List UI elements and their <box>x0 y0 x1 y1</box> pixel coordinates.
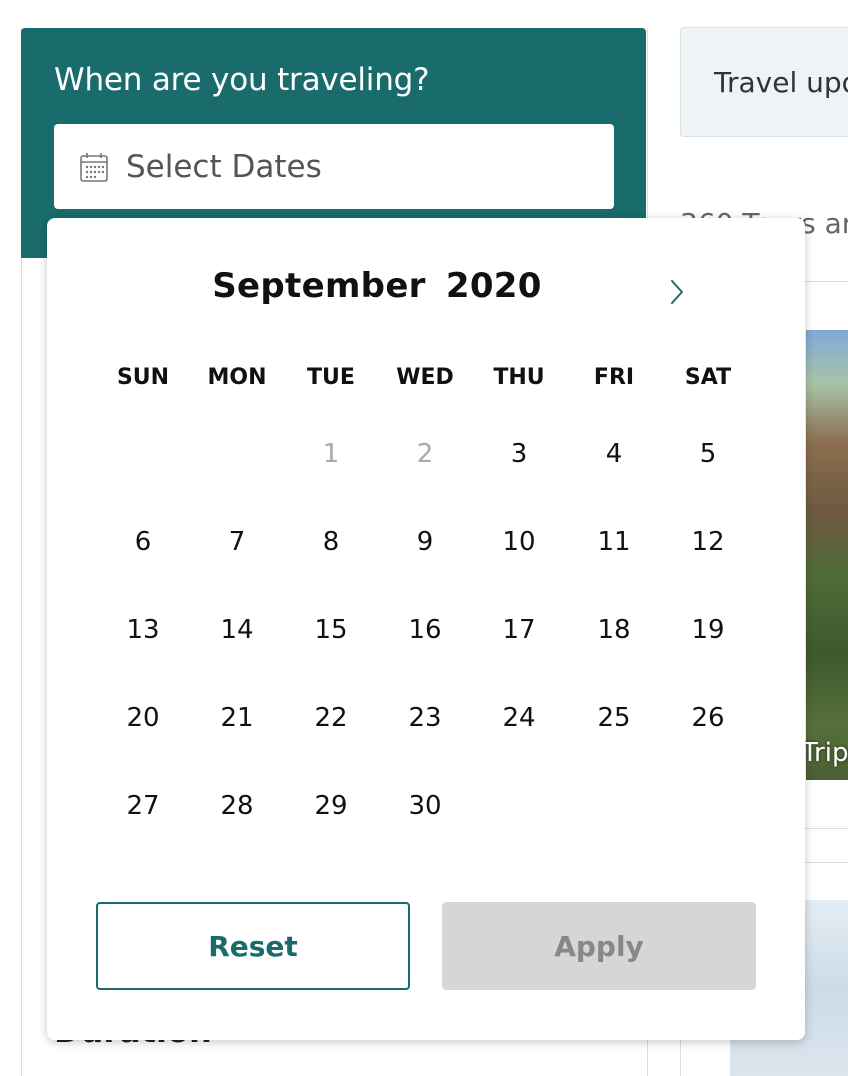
calendar-year: 2020 <box>445 266 542 306</box>
next-month-button[interactable] <box>662 273 692 311</box>
date-filter-heading: When are you traveling? <box>54 62 430 98</box>
weekday-label: MON <box>207 365 267 390</box>
calendar-month-title: September 2020 <box>47 266 707 306</box>
reset-button[interactable]: Reset <box>96 902 410 990</box>
calendar-day[interactable]: 29 <box>284 776 378 836</box>
calendar-day-disabled: 1 <box>322 439 340 469</box>
travel-updates-banner[interactable]: Travel upda <box>680 27 848 137</box>
calendar-day[interactable]: 8 <box>284 512 378 572</box>
calendar-day[interactable]: 14 <box>190 600 284 660</box>
weekday-label: WED <box>396 365 454 390</box>
weekday-label: TUE <box>307 365 355 390</box>
calendar-month: September <box>212 266 426 306</box>
calendar-day[interactable]: 27 <box>96 776 190 836</box>
calendar-day[interactable]: 16 <box>378 600 472 660</box>
calendar-day[interactable]: 17 <box>472 600 566 660</box>
calendar-day[interactable]: 26 <box>661 688 755 748</box>
calendar-day[interactable]: 15 <box>284 600 378 660</box>
calendar-day[interactable]: 9 <box>378 512 472 572</box>
calendar-day[interactable]: 10 <box>472 512 566 572</box>
calendar-day[interactable]: 13 <box>96 600 190 660</box>
calendar-day[interactable]: 22 <box>284 688 378 748</box>
calendar-day[interactable]: 24 <box>472 688 566 748</box>
weekday-label: SAT <box>684 365 732 390</box>
calendar-day[interactable]: 11 <box>567 512 661 572</box>
calendar-day[interactable]: 23 <box>378 688 472 748</box>
calendar-day[interactable]: 20 <box>96 688 190 748</box>
calendar-day[interactable]: 7 <box>190 512 284 572</box>
date-picker-popup: September 2020 SUN MON TUE WED THU FRI SAT 123… <box>47 218 805 1040</box>
select-dates-input[interactable]: Select Dates <box>54 124 614 209</box>
weekday-label: THU <box>493 365 545 390</box>
calendar-day[interactable]: 12 <box>661 512 755 572</box>
tour-photo-caption: Trips <box>802 738 848 768</box>
calendar-day[interactable]: 5 <box>661 424 755 484</box>
calendar-day[interactable]: 30 <box>378 776 472 836</box>
calendar-icon <box>80 152 110 182</box>
weekday-label: FRI <box>593 365 635 390</box>
travel-updates-text: Travel upda <box>714 65 848 99</box>
weekday-label: SUN <box>116 365 170 390</box>
calendar-day[interactable]: 28 <box>190 776 284 836</box>
calendar-day[interactable]: 3 <box>472 424 566 484</box>
calendar-day[interactable]: 6 <box>96 512 190 572</box>
calendar-day[interactable]: 25 <box>567 688 661 748</box>
select-dates-placeholder: Select Dates <box>126 148 322 185</box>
calendar-day[interactable]: 18 <box>567 600 661 660</box>
calendar-day[interactable]: 19 <box>661 600 755 660</box>
chevron-right-icon <box>671 280 683 304</box>
calendar-day[interactable]: 21 <box>190 688 284 748</box>
calendar-day[interactable]: 4 <box>567 424 661 484</box>
calendar-day-disabled: 2 <box>416 439 434 469</box>
tour-photo[interactable] <box>806 330 848 780</box>
apply-button[interactable]: Apply <box>442 902 756 990</box>
